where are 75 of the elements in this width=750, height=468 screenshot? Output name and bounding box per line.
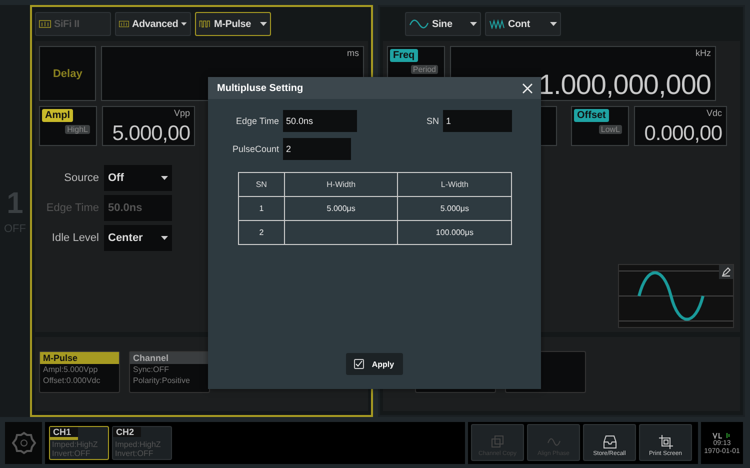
unit-label: Vpp <box>174 108 190 118</box>
channel-card[interactable]: CH1 Imped:HighZ Invert:OFF <box>49 426 109 460</box>
caret-icon <box>161 236 168 240</box>
channel-name: CH2 <box>113 427 141 440</box>
alt-label: Period <box>410 65 438 74</box>
edit-icon[interactable] <box>719 265 733 279</box>
field-label: SN <box>425 116 440 126</box>
unit-label: Vdc <box>706 108 722 118</box>
input-field[interactable]: 2 <box>283 138 351 160</box>
indicator-icon <box>712 432 732 438</box>
sine-wave-icon <box>409 19 429 29</box>
apply-button[interactable]: Apply <box>346 353 402 375</box>
value-readout: 5.000,00 <box>112 123 190 144</box>
alt-label: HighL <box>65 125 90 134</box>
inbox-icon <box>602 435 616 449</box>
channel-name: CH1 <box>50 427 78 440</box>
channel-info: Imped:HighZ <box>114 440 162 449</box>
waveform-tab[interactable]: Cont <box>485 12 561 36</box>
waveform-icon <box>39 19 51 29</box>
waveform-tab[interactable]: Sine <box>405 12 481 36</box>
parameter-key[interactable]: Delay <box>39 46 96 101</box>
column-header: SN <box>238 172 284 196</box>
param-label: Offset <box>574 109 609 122</box>
waveform-tab[interactable]: Advanced <box>115 12 191 36</box>
dialog-title: Multipluse Setting <box>217 82 304 94</box>
crop-icon <box>658 435 672 449</box>
card-title: Channel <box>130 352 209 364</box>
setting-label: Source <box>63 172 99 184</box>
value-readout: 0.000,00 <box>644 123 722 144</box>
channel-card[interactable]: CH2 Imped:HighZ Invert:OFF <box>112 426 172 460</box>
column-header: L-Width <box>398 172 512 196</box>
summary-card[interactable]: Channel Sync:OFF Polarity:Positive <box>129 351 210 394</box>
input-field[interactable]: 50.0ns <box>283 110 357 132</box>
channel-info: Invert:OFF <box>114 449 154 458</box>
card-line: Sync:OFF <box>132 364 170 376</box>
close-icon[interactable] <box>522 82 533 94</box>
wave-icon <box>546 435 560 449</box>
table-cell: 5.000μs <box>284 196 398 220</box>
caret-icon <box>470 22 477 26</box>
alt-label: LowL <box>598 125 622 134</box>
table-cell: 5.000μs <box>398 196 512 220</box>
table-cell: 100.000μs <box>398 220 512 244</box>
setting-label: Edge Time <box>45 202 99 214</box>
dropdown-field[interactable]: Off <box>104 165 172 191</box>
caret-icon <box>161 176 168 180</box>
caret-icon <box>550 22 557 26</box>
setting-label: Idle Level <box>50 232 99 244</box>
parameter-key[interactable]: Offset LowL <box>571 106 629 146</box>
dropdown-field[interactable]: Center <box>104 225 172 251</box>
pulse-icon <box>199 19 211 29</box>
field-label: PulseCount <box>231 144 280 154</box>
value-readout: 1.000,000,000 <box>538 71 711 99</box>
settings-icon <box>12 431 36 455</box>
unit-label: ms <box>347 48 359 58</box>
waveform-icon <box>119 19 129 29</box>
param-label: Freq <box>390 49 418 62</box>
table-cell: 2 <box>238 220 284 244</box>
burst-wave-icon <box>489 19 505 29</box>
param-label: Ampl <box>42 109 73 122</box>
waveform-tab[interactable]: M-Pulse <box>195 12 271 36</box>
card-line: Ampl:5.000Vpp <box>42 364 99 376</box>
card-line: Polarity:Positive <box>132 375 191 386</box>
input-field[interactable]: 1 <box>443 110 512 132</box>
summary-card[interactable]: M-Pulse Ampl:5.000Vpp Offset:0.000Vdc <box>39 351 120 394</box>
card-line: Offset:0.000Vdc <box>42 375 102 386</box>
parameter-key[interactable]: Ampl HighL <box>39 106 97 146</box>
settings-button[interactable] <box>5 422 42 464</box>
copy-icon <box>490 435 504 449</box>
channel-info: Invert:OFF <box>51 449 92 458</box>
field-label: Edge Time <box>234 116 280 126</box>
table-cell: 1 <box>238 196 284 220</box>
unit-label: kHz <box>696 48 711 58</box>
card-title: M-Pulse <box>40 352 119 364</box>
channel-info: Imped:HighZ <box>51 440 99 449</box>
column-header: H-Width <box>284 172 398 196</box>
